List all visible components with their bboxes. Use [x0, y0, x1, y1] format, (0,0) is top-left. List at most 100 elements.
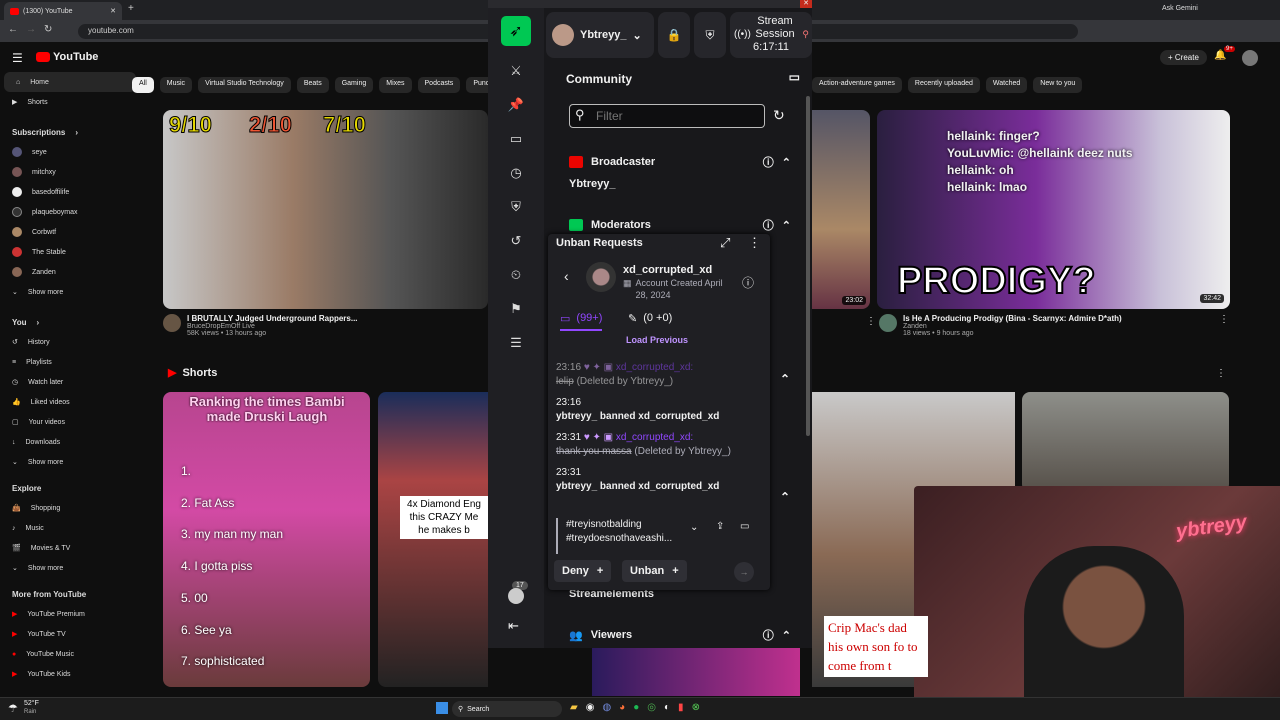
lock-button[interactable]: 🔒 [658, 12, 690, 58]
info-icon[interactable]: ⓘ [763, 217, 774, 233]
start-icon[interactable] [436, 702, 448, 714]
sidebar-item-history[interactable]: ↺ History [0, 332, 140, 352]
more-options-icon[interactable]: ⋮ [1219, 314, 1229, 337]
app-icon[interactable]: ▮ [678, 702, 684, 713]
expand-icon[interactable]: ⤢ [720, 235, 730, 251]
more-options-icon[interactable]: ⋮ [1216, 368, 1226, 379]
video-thumbnail[interactable]: 23:02 [812, 110, 870, 309]
chevron-up-icon[interactable]: ⌃ [780, 372, 790, 386]
more-options-icon[interactable]: ⋮ [748, 235, 761, 251]
sidebar-item-sub[interactable]: Corbwtf [0, 222, 140, 242]
short-thumbnail[interactable] [1022, 392, 1229, 492]
video-thumbnail[interactable]: hellaink: finger? YouLuvMic: @hellaink d… [877, 110, 1230, 309]
chevron-up-icon[interactable]: ⌃ [780, 490, 790, 504]
more-options-icon[interactable]: ⋮ [866, 316, 876, 327]
user-switcher[interactable]: Ybtreyy_ ⌄ [546, 12, 654, 58]
reload-icon[interactable]: ↻ [44, 24, 52, 35]
firefox-icon[interactable]: ◕ [619, 702, 625, 713]
taskbar-search[interactable]: ⚲ Search [452, 701, 562, 717]
sidebar-item-sub[interactable]: plaqueboymax [0, 202, 140, 222]
xbox-icon[interactable]: ⊗ [692, 702, 700, 713]
chevron-down-icon[interactable]: ⌄ [690, 521, 698, 535]
chip[interactable]: Podcasts [417, 77, 461, 93]
sidebar-item-playlists[interactable]: ≡ Playlists [0, 352, 140, 372]
history-icon[interactable]: ↺ [488, 224, 544, 258]
forward-icon[interactable]: → [26, 24, 36, 35]
show-more-you[interactable]: ⌄ Show more [0, 452, 140, 472]
sidebar-item-premium[interactable]: ▶ YouTube Premium [0, 604, 140, 624]
discord-icon[interactable]: ◍ [602, 702, 611, 713]
shield-button[interactable]: ⛨ [694, 12, 726, 58]
chevron-up-icon[interactable]: ⌃ [782, 156, 791, 169]
sidebar-item-shorts[interactable]: ▶ Shorts [0, 92, 140, 112]
chip[interactable]: Virtual Studio Technology [198, 77, 291, 93]
ask-gemini-button[interactable]: Ask Gemini [1162, 5, 1198, 12]
video-thumbnail[interactable]: 9/10 2/10 7/10 [163, 110, 488, 309]
next-arrow-icon[interactable]: → [734, 562, 754, 582]
logout-icon[interactable]: ⇤ [508, 618, 519, 634]
sidebar-item-shopping[interactable]: 👜 Shopping [0, 498, 140, 518]
sidebar-item-your-videos[interactable]: ▢ Your videos [0, 412, 140, 432]
channel-avatar[interactable] [879, 314, 897, 332]
sidebar-item-liked[interactable]: 👍 Liked videos [0, 392, 140, 412]
back-icon[interactable]: ‹ [564, 268, 569, 284]
create-button[interactable]: + Create [1160, 50, 1207, 65]
show-more-explore[interactable]: ⌄ Show more [0, 558, 140, 578]
menu-icon[interactable]: ☰ [12, 51, 23, 65]
clock-icon[interactable]: ◷ [488, 156, 544, 190]
short-thumbnail[interactable]: Ranking the times Bambi made Druski Laug… [163, 392, 370, 687]
sword-icon[interactable]: ⚔ [488, 54, 544, 88]
moderators-group-header[interactable]: Moderators ⓘ ⌃ [569, 217, 791, 233]
pin-icon[interactable]: 📌 [488, 88, 544, 122]
file-explorer-icon[interactable]: ▰ [570, 702, 578, 713]
stream-session-box[interactable]: Stream Session 6:17:11 ((•)) ⚲ [730, 12, 812, 58]
spotify-icon[interactable]: ● [633, 702, 639, 713]
sidebar-item-sub[interactable]: seye [0, 142, 140, 162]
timer-icon[interactable]: ⏲ [488, 258, 544, 292]
subscriptions-heading[interactable]: Subscriptions › [0, 122, 140, 142]
sidebar-item-sub[interactable]: Zanden [0, 262, 140, 282]
new-tab-icon[interactable]: + [128, 3, 134, 14]
viewers-group-header[interactable]: 👥 Viewers ⓘ ⌃ [569, 627, 791, 643]
video-title[interactable]: I BRUTALLY Judged Underground Rappers... [187, 314, 358, 323]
list-icon[interactable]: ☰ [488, 326, 544, 360]
chip[interactable]: Watched [985, 77, 1028, 93]
broadcaster-name[interactable]: Ybtreyy_ [569, 178, 615, 190]
browser-tab[interactable]: (1300) YouTube ✕ [4, 2, 122, 20]
chevron-up-icon[interactable]: ⌃ [782, 629, 791, 642]
chip[interactable]: Beats [296, 77, 329, 93]
sidebar-item-sub[interactable]: basedoffilife [0, 182, 140, 202]
popout-icon[interactable]: ▭ [789, 70, 800, 84]
sidebar-item-sub[interactable]: The Stable [0, 242, 140, 262]
info-icon[interactable]: ⓘ [742, 274, 754, 291]
window-close-icon[interactable]: ✕ [800, 0, 812, 8]
app-logo-icon[interactable]: ➶ [488, 8, 544, 54]
sidebar-item-movies[interactable]: 🎬 Movies & TV [0, 538, 140, 558]
avatar[interactable] [1242, 50, 1258, 66]
youtube-logo[interactable]: YouTube [36, 51, 98, 63]
sidebar-item-music[interactable]: ♪ Music [0, 518, 140, 538]
rail-avatar[interactable] [508, 588, 524, 604]
refresh-icon[interactable]: ↻ [773, 107, 785, 124]
chrome-icon[interactable]: ◎ [647, 702, 656, 713]
weather-temp[interactable]: 52°F [24, 700, 39, 707]
channel-avatar[interactable] [163, 314, 181, 332]
sidebar-item-tv[interactable]: ▶ YouTube TV [0, 624, 140, 644]
filter-input[interactable] [569, 104, 765, 128]
short-thumbnail[interactable] [592, 648, 800, 696]
sidebar-item-kids[interactable]: ▶ YouTube Kids [0, 664, 140, 684]
chevron-up-icon[interactable]: ⌃ [782, 219, 791, 232]
sidebar-item-sub[interactable]: mitchxy [0, 162, 140, 182]
share-icon[interactable]: ⇪ [716, 520, 724, 534]
unban-button[interactable]: Unban + [622, 560, 687, 582]
panel-scrollbar[interactable] [806, 96, 810, 436]
chip[interactable]: New to you [1033, 77, 1083, 93]
short-thumbnail[interactable]: 4x Diamond Eng this CRAZY Me he makes b [378, 392, 488, 687]
tab-messages[interactable]: ▭ (99+) [560, 312, 603, 331]
sidebar-item-home[interactable]: ⌂ Home [4, 72, 136, 92]
steam-icon[interactable]: ◉ [586, 702, 595, 713]
report-icon[interactable]: ⚑ [488, 292, 544, 326]
sidebar-item-yt-music[interactable]: ● YouTube Music [0, 644, 140, 664]
info-icon[interactable]: ⓘ [763, 154, 774, 170]
show-more-subs[interactable]: ⌄ Show more [0, 282, 140, 302]
